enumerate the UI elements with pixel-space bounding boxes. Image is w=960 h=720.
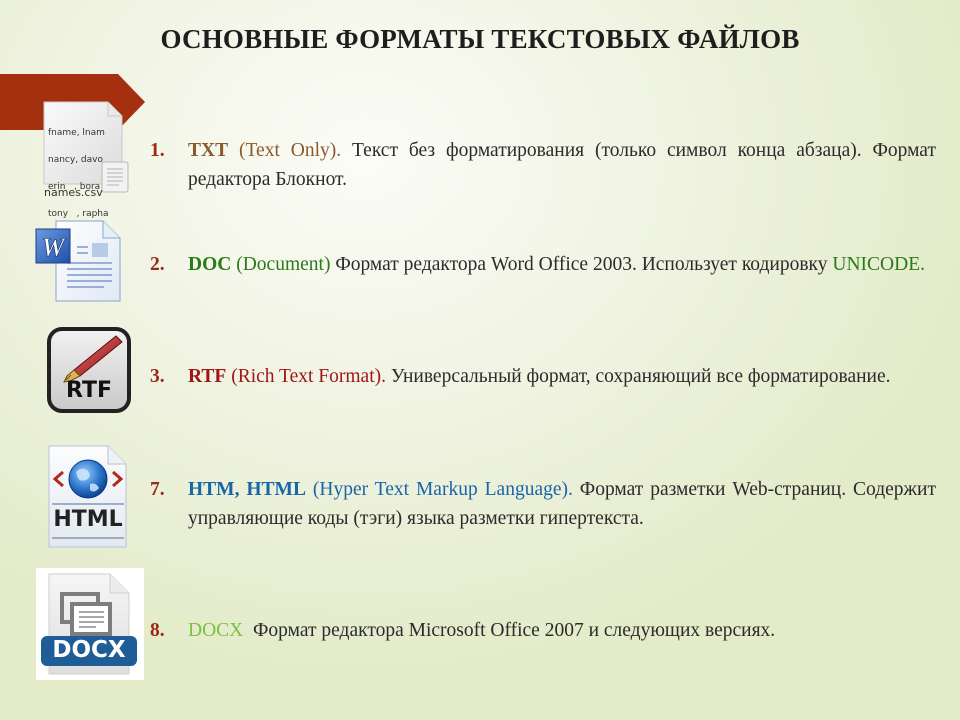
- item-number: 1.: [150, 140, 165, 161]
- format-name: RTF: [188, 366, 227, 387]
- rtf-label: RTF: [66, 378, 112, 403]
- list-item-doc: 2. DOC (Document) Формат редактора Word O…: [150, 250, 936, 279]
- format-description: (Rich Text Format).: [226, 366, 386, 387]
- format-text: Формат редактора Microsoft Office 2007 и…: [243, 620, 776, 641]
- item-number: 8.: [150, 620, 165, 641]
- format-name: TXT: [188, 140, 229, 161]
- word-letter: W: [41, 233, 66, 262]
- slide-title: ОСНОВНЫЕ ФОРМАТЫ ТЕКСТОВЫХ ФАЙЛОВ: [160, 24, 800, 54]
- encoding-name: UNICODE.: [832, 254, 926, 275]
- list-item-docx: 8. DOCX Формат редактора Microsoft Office…: [150, 616, 936, 645]
- format-name: DOC: [188, 254, 232, 275]
- format-name: HTM, HTML: [188, 479, 306, 500]
- rtf-pen-icon: RTF: [46, 326, 132, 414]
- csv-line: nancy, davo: [48, 155, 103, 165]
- csv-filename: names.csv: [44, 186, 103, 199]
- format-description: (Hyper Text Markup Language).: [305, 479, 573, 500]
- item-number: 3.: [150, 366, 165, 387]
- item-number: 2.: [150, 254, 165, 275]
- format-name: DOCX: [188, 620, 244, 641]
- item-number: 7.: [150, 479, 165, 500]
- format-text: Универсальный формат, сохраняющий все фо…: [386, 366, 891, 387]
- format-text: Формат редактора Word Office 2003. Испол…: [330, 254, 833, 275]
- docx-label: DOCX: [52, 637, 126, 663]
- format-description: (Document): [231, 254, 331, 275]
- format-description: (Text Only).: [228, 140, 342, 161]
- list-item-html: 7. HTM, HTML (Hyper Text Markup Language)…: [150, 475, 936, 533]
- csv-file-icon: fname, lnam nancy, davo erin , bora tony…: [40, 100, 130, 246]
- csv-line: fname, lnam: [48, 128, 105, 138]
- list-item-txt: 1. TXT (Text Only). Текст без форматирова…: [150, 136, 936, 194]
- docx-file-icon: DOCX: [36, 568, 144, 680]
- html-globe-icon: HTML: [46, 444, 130, 550]
- html-label: HTML: [53, 507, 123, 532]
- list-item-rtf: 3. RTF (Rich Text Format). Универсальный …: [150, 362, 936, 391]
- word-doc-icon: W: [34, 217, 126, 307]
